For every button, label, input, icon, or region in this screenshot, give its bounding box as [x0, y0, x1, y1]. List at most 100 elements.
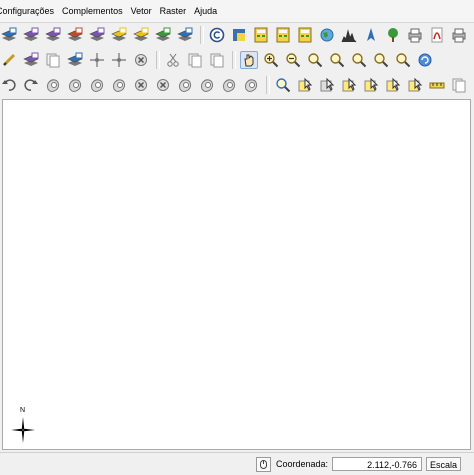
histogram-icon: [341, 29, 357, 43]
save-edits-button[interactable]: [44, 51, 62, 69]
redo-button[interactable]: [22, 76, 40, 94]
zoom-in-button[interactable]: [262, 51, 280, 69]
add-wfs-icon: [133, 27, 149, 41]
tree-icon: [388, 28, 398, 42]
add-csv-layer-button[interactable]: [66, 26, 84, 44]
menu-vetor[interactable]: Vetor: [127, 0, 156, 22]
zoom-layer-icon: [330, 53, 345, 68]
simplify-button[interactable]: [44, 76, 62, 94]
refresh-button[interactable]: [416, 51, 434, 69]
calculator-button[interactable]: [252, 26, 270, 44]
add-spatialite-button[interactable]: [88, 26, 106, 44]
add-postgis-button[interactable]: [176, 26, 194, 44]
menu-bar: Configurações Complementos Vetor Raster …: [0, 0, 474, 23]
split-parts-icon: [245, 79, 257, 92]
zoom-selection-icon: [352, 53, 367, 68]
add-layer-button[interactable]: [44, 26, 62, 44]
identify-icon: [276, 78, 291, 93]
cut-button[interactable]: [164, 51, 182, 69]
copy-button[interactable]: [186, 51, 204, 69]
add-wms-icon: [111, 27, 127, 41]
map-canvas[interactable]: N: [2, 99, 471, 450]
deselect-icon: [320, 77, 335, 92]
gps-button[interactable]: [362, 26, 380, 44]
toolbar-separator: [156, 51, 160, 69]
menu-raster[interactable]: Raster: [156, 0, 191, 22]
pdf-button[interactable]: [428, 26, 446, 44]
zoom-out-icon: [286, 53, 301, 68]
python-console-icon: [233, 29, 245, 41]
delete-part-button[interactable]: [154, 76, 172, 94]
toolbar-navigation: [0, 48, 474, 72]
raster-calculator-button[interactable]: [296, 26, 314, 44]
zoom-last-button[interactable]: [372, 51, 390, 69]
move-feature-button[interactable]: [88, 51, 106, 69]
field-calculator-button[interactable]: [274, 26, 292, 44]
select-location-button[interactable]: [340, 76, 358, 94]
export-button[interactable]: [450, 26, 468, 44]
fill-ring-button[interactable]: [110, 76, 128, 94]
delete-button[interactable]: [132, 51, 150, 69]
node-tool-button[interactable]: [110, 51, 128, 69]
mouse-icon: [260, 459, 267, 469]
paste-button[interactable]: [208, 51, 226, 69]
node-tool-icon: [112, 53, 126, 67]
add-ring-button[interactable]: [66, 76, 84, 94]
status-bar: Coordenada: 2.112,-0.766 Escala: [0, 452, 474, 475]
zoom-next-icon: [396, 53, 411, 68]
compass-star-icon: [11, 417, 35, 443]
open-raster-button[interactable]: [0, 26, 18, 44]
add-vector-icon: [155, 27, 171, 41]
split-features-icon: [223, 79, 235, 92]
identify-button[interactable]: [274, 76, 292, 94]
zoom-full-button[interactable]: [306, 51, 324, 69]
coordinate-toggle-button[interactable]: [256, 456, 271, 472]
split-parts-button[interactable]: [242, 76, 260, 94]
reshape-button[interactable]: [176, 76, 194, 94]
select-polygon-button[interactable]: [362, 76, 380, 94]
print-composer-button[interactable]: [406, 26, 424, 44]
measure-icon: [429, 82, 445, 89]
split-features-button[interactable]: [220, 76, 238, 94]
zoom-layer-button[interactable]: [328, 51, 346, 69]
select-freehand-button[interactable]: [406, 76, 424, 94]
zoom-selection-button[interactable]: [350, 51, 368, 69]
add-feature-button[interactable]: [66, 51, 84, 69]
deselect-button[interactable]: [318, 76, 336, 94]
pencil-icon: [2, 53, 16, 67]
menu-configuracoes[interactable]: Configurações: [0, 0, 58, 22]
toggle-editing-button[interactable]: [22, 51, 40, 69]
menu-ajuda[interactable]: Ajuda: [190, 0, 221, 22]
add-vector-button[interactable]: [154, 26, 172, 44]
histogram-button[interactable]: [340, 26, 358, 44]
menu-complementos[interactable]: Complementos: [58, 0, 127, 22]
add-feature-icon: [67, 52, 83, 66]
python-console-button[interactable]: [230, 26, 248, 44]
coordinate-field[interactable]: 2.112,-0.766: [332, 457, 423, 471]
add-part-button[interactable]: [88, 76, 106, 94]
undo-button[interactable]: [0, 76, 18, 94]
offset-curve-icon: [201, 79, 213, 92]
zoom-out-button[interactable]: [284, 51, 302, 69]
zoom-next-button[interactable]: [394, 51, 412, 69]
tree-button[interactable]: [384, 26, 402, 44]
add-wms-button[interactable]: [110, 26, 128, 44]
coordinate-label: Coordenada:: [276, 459, 329, 469]
add-csv-layer-icon: [67, 27, 83, 41]
add-wfs-button[interactable]: [132, 26, 150, 44]
pencil-button[interactable]: [0, 51, 18, 69]
pan-button[interactable]: [240, 51, 258, 69]
select-location-icon: [342, 77, 357, 92]
new-layer-button[interactable]: [22, 26, 40, 44]
measure-button[interactable]: [428, 76, 446, 94]
copyright-button[interactable]: [208, 26, 226, 44]
attribute-table-button[interactable]: [450, 76, 468, 94]
globe-button[interactable]: [318, 26, 336, 44]
delete-part-icon: [157, 79, 169, 91]
delete-ring-button[interactable]: [132, 76, 150, 94]
copy-icon: [188, 53, 202, 68]
select-button[interactable]: [296, 76, 314, 94]
select-polygon-icon: [364, 77, 379, 92]
offset-curve-button[interactable]: [198, 76, 216, 94]
select-radius-button[interactable]: [384, 76, 402, 94]
